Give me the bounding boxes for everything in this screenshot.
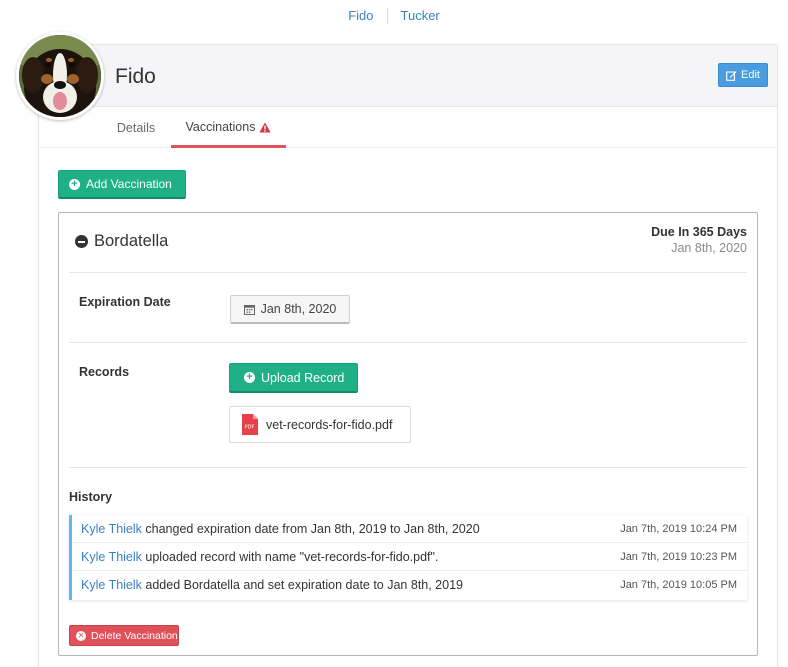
history-user-link[interactable]: Kyle Thielk [81, 550, 142, 564]
history-timestamp: Jan 7th, 2019 10:05 PM [620, 579, 737, 591]
dog-photo-icon [19, 35, 101, 117]
plus-circle-icon: + [244, 372, 255, 383]
history-action: uploaded record with name "vet-records-f… [141, 549, 439, 564]
tab-details-label: Details [116, 120, 156, 135]
pet-tabs: Details Vaccinations [39, 107, 777, 148]
tab-vaccinations[interactable]: Vaccinations [171, 107, 286, 148]
pet-link-fido[interactable]: Fido [335, 8, 386, 24]
due-info: Due In 365 Days Jan 8th, 2020 [651, 225, 747, 255]
history-item: Kyle Thielk changed expiration date from… [72, 515, 747, 543]
vaccination-name: Bordatella [94, 232, 169, 250]
upload-record-label: Upload Record [261, 370, 345, 385]
expiration-date-value: Jan 8th, 2020 [260, 302, 337, 316]
upload-record-button[interactable]: + Upload Record [229, 363, 358, 393]
divider [69, 272, 747, 273]
records-label: Records [79, 365, 130, 379]
edit-icon [726, 70, 737, 81]
history-action: changed expiration date from Jan 8th, 20… [141, 521, 480, 536]
due-label: Due In 365 Days [651, 225, 747, 239]
history-list: Kyle Thielk changed expiration date from… [69, 515, 747, 600]
history-timestamp: Jan 7th, 2019 10:23 PM [620, 550, 737, 563]
due-date: Jan 8th, 2020 [671, 241, 747, 255]
pet-link-tucker[interactable]: Tucker [388, 8, 453, 24]
edit-button-label: Edit [741, 69, 760, 81]
pet-switcher-nav: Fido Tucker [0, 0, 788, 32]
history-timestamp: Jan 7th, 2019 10:24 PM [620, 522, 737, 535]
divider [69, 342, 747, 343]
tab-vaccinations-label: Vaccinations [185, 120, 256, 134]
pdf-file-icon: PDF [242, 414, 258, 435]
svg-text:PDF: PDF [245, 425, 255, 431]
close-circle-icon: ✕ [76, 630, 86, 641]
add-vaccination-label: Add Vaccination [86, 177, 172, 191]
delete-vaccination-label: Delete Vaccination [91, 629, 178, 642]
divider [69, 467, 747, 468]
expiration-date-picker[interactable]: Jan 8th, 2020 [230, 295, 350, 324]
warning-triangle-icon [259, 122, 272, 132]
history-action: added Bordatella and set expiration date… [141, 578, 463, 592]
add-vaccination-button[interactable]: + Add Vaccination [58, 170, 186, 199]
history-text: Kyle Thielk added Bordatella and set exp… [81, 578, 463, 592]
history-text: Kyle Thielk uploaded record with name "v… [81, 550, 438, 564]
history-label: History [69, 490, 113, 504]
collapse-icon[interactable] [75, 235, 88, 248]
history-item: Kyle Thielk uploaded record with name "v… [72, 543, 747, 571]
edit-button[interactable]: Edit [718, 63, 768, 87]
expiration-date-label: Expiration Date [79, 295, 171, 309]
vaccination-title: Bordatella [75, 232, 168, 251]
history-item: Kyle Thielk added Bordatella and set exp… [72, 571, 747, 599]
history-user-link[interactable]: Kyle Thielk [81, 522, 142, 536]
history-user-link[interactable]: Kyle Thielk [81, 578, 142, 592]
pet-name: Fido [115, 65, 156, 88]
tab-details[interactable]: Details [97, 107, 175, 148]
record-file-name: vet-records-for-fido.pdf [266, 417, 393, 432]
pet-avatar [16, 32, 104, 120]
history-text: Kyle Thielk changed expiration date from… [81, 522, 480, 536]
delete-vaccination-button[interactable]: ✕ Delete Vaccination [69, 625, 179, 646]
plus-circle-icon: + [69, 178, 80, 190]
vaccination-panel: Bordatella Due In 365 Days Jan 8th, 2020… [58, 212, 758, 656]
calendar-icon [243, 304, 255, 315]
pet-header: Fido Edit [39, 45, 777, 107]
record-file[interactable]: PDF vet-records-for-fido.pdf [229, 406, 411, 443]
